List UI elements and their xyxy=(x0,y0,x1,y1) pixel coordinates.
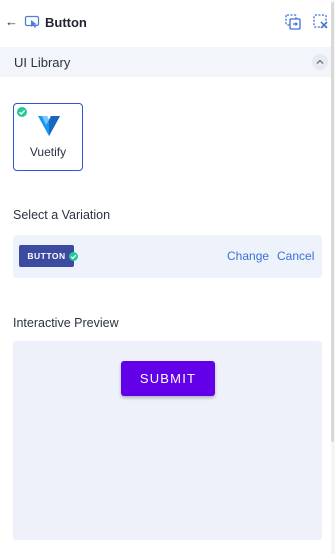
chevron-up-icon[interactable] xyxy=(312,54,328,70)
submit-button[interactable]: SUBMIT xyxy=(121,361,215,396)
scrollbar-thumb[interactable] xyxy=(331,2,334,442)
check-icon xyxy=(17,107,27,117)
panel-header: ← Button xyxy=(0,0,335,46)
cancel-link[interactable]: Cancel xyxy=(277,249,314,264)
section-title: UI Library xyxy=(14,55,71,70)
swap-icon[interactable] xyxy=(284,13,302,31)
interactive-preview: SUBMIT xyxy=(13,341,322,540)
close-selection-icon[interactable] xyxy=(312,13,330,31)
variation-label: Select a Variation xyxy=(13,208,111,222)
ui-library-section-header[interactable]: UI Library xyxy=(0,47,335,77)
page-title: Button xyxy=(45,15,87,30)
library-name: Vuetify xyxy=(29,145,67,159)
arrow-left-icon[interactable]: ← xyxy=(5,14,19,30)
preview-label: Interactive Preview xyxy=(13,316,119,330)
change-link[interactable]: Change xyxy=(227,249,269,264)
component-icon xyxy=(24,14,40,30)
vuetify-logo xyxy=(38,116,60,136)
check-icon xyxy=(69,252,78,261)
library-card-vuetify[interactable]: Vuetify xyxy=(13,103,83,171)
variation-chip[interactable]: BUTTON xyxy=(19,245,74,267)
variation-selector: BUTTON Change Cancel xyxy=(13,235,322,278)
